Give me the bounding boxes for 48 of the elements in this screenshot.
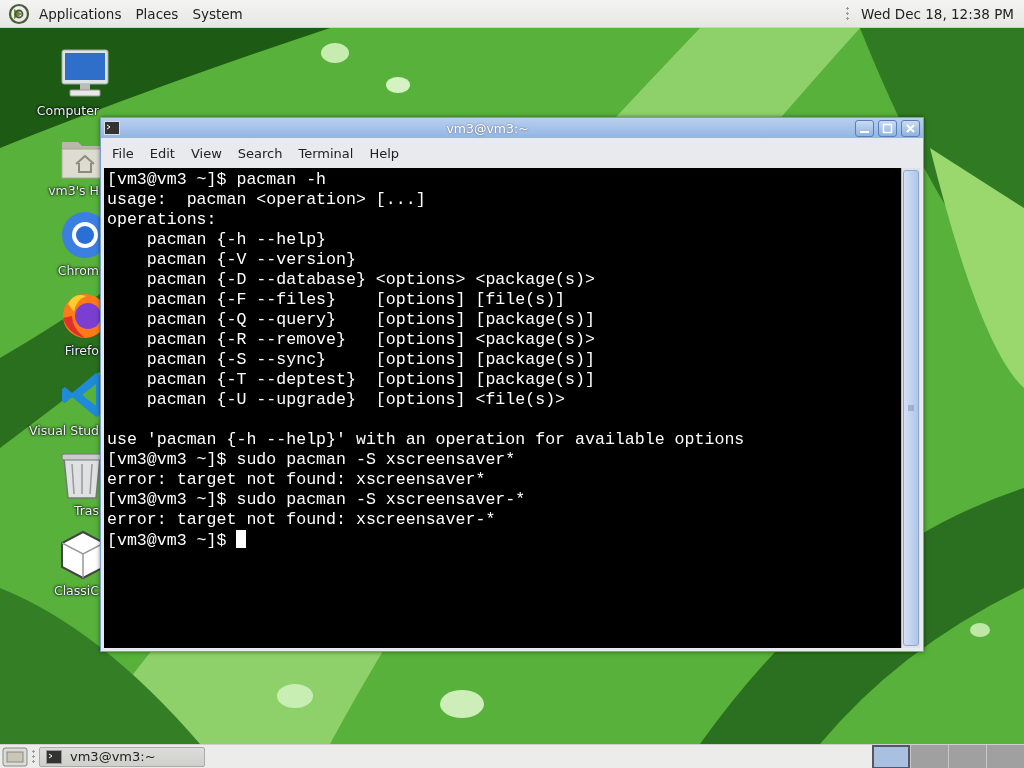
- panel-handle-icon: [32, 748, 35, 765]
- terminal-line: pacman {-F --files} [options] [file(s)]: [145, 290, 566, 309]
- terminal-line: pacman {-V --version}: [145, 250, 356, 269]
- workspace-tile[interactable]: [872, 744, 910, 768]
- menu-item[interactable]: Search: [229, 142, 291, 164]
- terminal-line: pacman {-h --help}: [145, 230, 327, 249]
- panel-menu[interactable]: System: [185, 3, 250, 24]
- terminal-line: use 'pacman {-h --help}' with an operation for available options: [107, 430, 745, 449]
- menu-item[interactable]: View: [182, 142, 230, 164]
- icon-label[interactable]: Firefo: [64, 343, 99, 358]
- maximize-button[interactable]: [878, 119, 897, 137]
- terminal-icon[interactable]: [104, 121, 120, 135]
- clock[interactable]: Wed Dec 18, 12:38 PM: [857, 3, 1018, 24]
- taskbar-button[interactable]: vm3@vm3:~: [39, 746, 205, 767]
- app-logo-icon[interactable]: [8, 2, 30, 25]
- menu-item[interactable]: Terminal: [290, 142, 362, 164]
- computer-icon[interactable]: [60, 46, 112, 100]
- terminal-line: pacman {-D --database} <options> <package(s)>: [145, 270, 595, 289]
- window-title: vm3@vm3:~: [445, 120, 530, 136]
- menu-item[interactable]: Edit: [141, 142, 183, 164]
- terminal-line: pacman {-U --upgrade} [options] <file(s)>: [145, 390, 566, 409]
- terminal-line: pacman {-S --sync} [options] [package(s)]: [145, 350, 595, 369]
- panel-handle-icon: [846, 5, 850, 22]
- terminal-line: error: target not found: xscreensaver*: [107, 470, 486, 489]
- panel-menu[interactable]: Places: [128, 3, 186, 24]
- terminal-line: operations:: [107, 210, 217, 229]
- panel-menu[interactable]: Applications: [32, 3, 129, 24]
- show-desktop-icon[interactable]: [2, 746, 28, 767]
- terminal-line: error: target not found: xscreensaver-*: [107, 510, 496, 529]
- terminal-line: [vm3@vm3 ~]$ pacman -h: [107, 170, 327, 189]
- terminal-line: [vm3@vm3 ~]$: [107, 531, 228, 550]
- terminal-line: [vm3@vm3 ~]$ sudo pacman -S xscreensaver*: [107, 450, 516, 469]
- scrollbar[interactable]: [901, 168, 920, 648]
- close-button[interactable]: [901, 119, 920, 137]
- terminal-icon: [46, 749, 62, 764]
- icon-label[interactable]: Computer: [36, 103, 99, 118]
- terminal-line: [vm3@vm3 ~]$ sudo pacman -S xscreensaver-*: [107, 490, 526, 509]
- grip-icon: [908, 405, 914, 411]
- terminal-line: pacman {-T --deptest} [options] [package(s)]: [145, 370, 595, 389]
- menu-item[interactable]: Help: [361, 142, 408, 164]
- close-icon: [905, 122, 916, 134]
- minimize-button[interactable]: [855, 119, 874, 137]
- terminal-line: pacman {-R --remove} [options] <package(s)>: [145, 330, 595, 349]
- terminal-line: pacman {-Q --query} [options] [package(s)]: [145, 310, 595, 329]
- terminal-line: usage: pacman <operation> [...]: [107, 190, 426, 209]
- minimize-icon: [860, 130, 869, 133]
- maximize-icon: [882, 122, 893, 134]
- menu-item[interactable]: File: [104, 142, 142, 164]
